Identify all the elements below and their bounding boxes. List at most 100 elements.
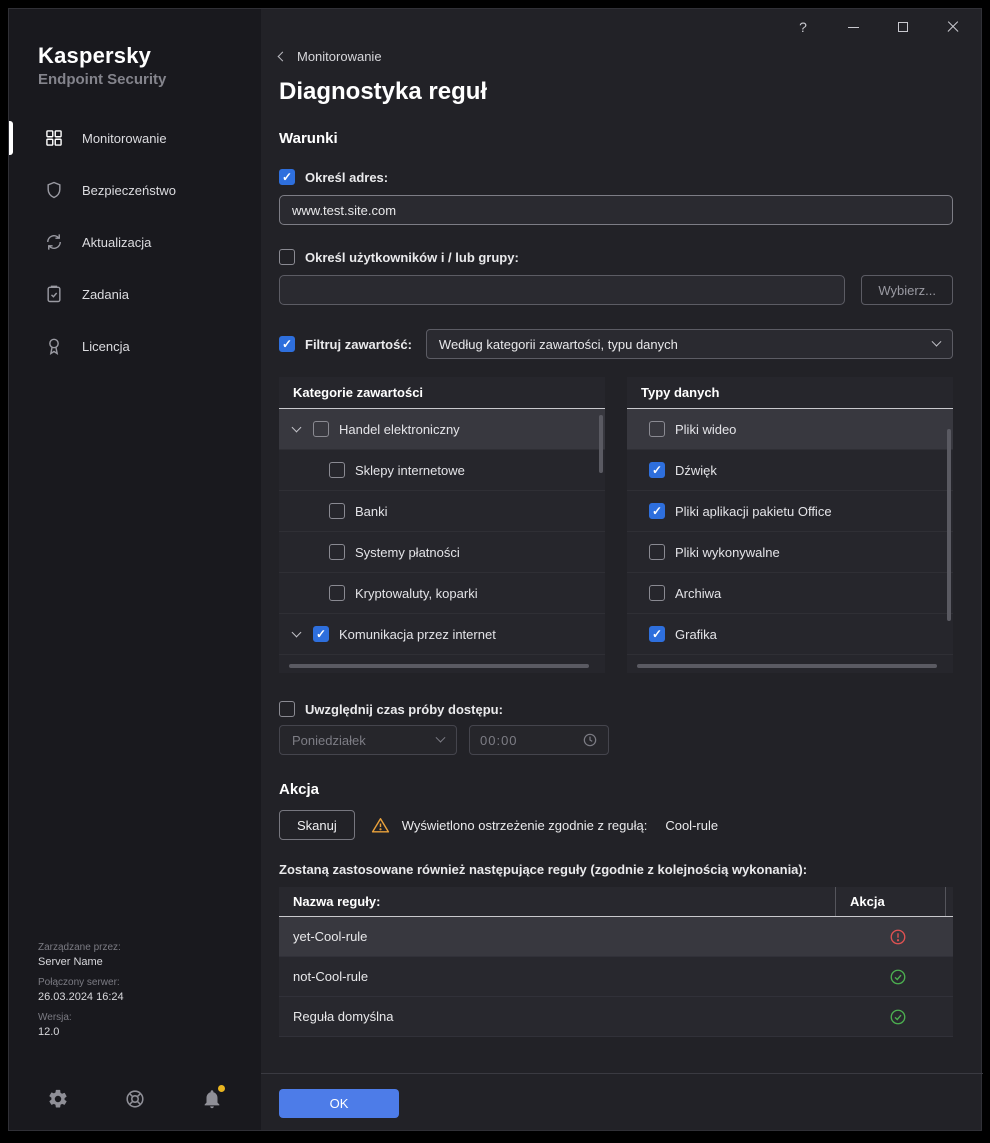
sidebar-item-aktualizacja[interactable]: Aktualizacja [9, 216, 261, 268]
category-label: Handel elektroniczny [339, 422, 460, 437]
settings-gear-icon[interactable] [47, 1088, 69, 1110]
data-type-checkbox[interactable] [649, 503, 665, 519]
data-type-checkbox[interactable] [649, 626, 665, 642]
day-select[interactable]: Poniedziałek [279, 725, 457, 755]
action-warning-text: Wyświetlono ostrzeżenie zgodnie z regułą… [402, 818, 648, 833]
users-input[interactable] [279, 275, 845, 305]
data-types-panel: Typy danych Pliki wideo Dźwięk Pliki apl… [627, 377, 953, 673]
category-row[interactable]: Banki [279, 491, 605, 532]
sidebar-item-bezpieczenstwo[interactable]: Bezpieczeństwo [9, 164, 261, 216]
data-type-row[interactable]: Pliki wykonywalne [627, 532, 953, 573]
maximize-button[interactable] [889, 15, 917, 39]
data-type-checkbox[interactable] [649, 585, 665, 601]
category-row[interactable]: Sklepy internetowe [279, 450, 605, 491]
choose-users-button[interactable]: Wybierz... [861, 275, 953, 305]
category-checkbox[interactable] [313, 626, 329, 642]
brand-subtitle: Endpoint Security [38, 71, 261, 88]
users-condition: Określ użytkowników i / lub grupy: [279, 249, 953, 265]
sidebar-item-zadania[interactable]: Zadania [9, 268, 261, 320]
category-label: Systemy płatności [355, 545, 460, 560]
data-type-label: Pliki wideo [675, 422, 736, 437]
sidebar-item-monitorowanie[interactable]: Monitorowanie [9, 112, 261, 164]
notification-dot [218, 1085, 225, 1092]
rule-action-header: Akcja [835, 887, 945, 916]
users-checkbox[interactable] [279, 249, 295, 265]
time-input[interactable]: 00:00 [469, 725, 609, 755]
data-type-label: Dźwięk [675, 463, 717, 478]
triggered-rule-name: Cool-rule [665, 818, 718, 833]
data-type-row[interactable]: Dźwięk [627, 450, 953, 491]
refresh-icon [44, 232, 64, 252]
tree-expand-chevron-icon[interactable] [292, 628, 302, 638]
clock-icon [582, 732, 598, 748]
table-row[interactable]: yet-Cool-rule [279, 917, 953, 957]
data-type-row[interactable]: Grafika [627, 614, 953, 655]
category-row[interactable]: Handel elektroniczny [279, 409, 605, 450]
data-type-checkbox[interactable] [649, 544, 665, 560]
help-button[interactable]: ? [789, 15, 817, 39]
category-label: Komunikacja przez internet [339, 627, 496, 642]
main-panel: Monitorowanie Diagnostyka reguł Warunki … [261, 9, 983, 1130]
data-type-row[interactable]: Archiwa [627, 573, 953, 614]
rule-name: Reguła domyślna [279, 1009, 843, 1024]
tree-expand-chevron-icon[interactable] [292, 423, 302, 433]
ok-button[interactable]: OK [279, 1089, 399, 1118]
support-icon[interactable] [124, 1088, 146, 1110]
vertical-scrollbar[interactable] [947, 429, 951, 621]
category-checkbox[interactable] [329, 503, 345, 519]
filter-checkbox[interactable] [279, 336, 295, 352]
data-type-label: Pliki wykonywalne [675, 545, 780, 560]
table-scroll-gutter [945, 887, 953, 916]
category-checkbox[interactable] [329, 585, 345, 601]
horizontal-scrollbar[interactable] [637, 664, 937, 668]
license-award-icon [44, 336, 64, 356]
breadcrumb-label: Monitorowanie [297, 49, 382, 64]
category-checkbox[interactable] [313, 421, 329, 437]
rules-table-header: Nazwa reguły: Akcja [279, 887, 953, 917]
data-type-row[interactable]: Pliki aplikacji pakietu Office [627, 491, 953, 532]
address-input[interactable] [279, 195, 953, 225]
shield-icon [44, 180, 64, 200]
vertical-scrollbar[interactable] [599, 415, 603, 473]
address-checkbox[interactable] [279, 169, 295, 185]
scan-button[interactable]: Skanuj [279, 810, 355, 840]
data-type-row[interactable]: Pliki wideo [627, 409, 953, 450]
data-type-checkbox[interactable] [649, 421, 665, 437]
day-selected-option: Poniedziałek [292, 733, 366, 748]
version-value: 12.0 [38, 1026, 124, 1038]
table-row[interactable]: not-Cool-rule [279, 957, 953, 997]
close-icon [947, 21, 959, 33]
warning-triangle-icon [371, 816, 390, 835]
filter-select[interactable]: Według kategorii zawartości, typu danych [426, 329, 953, 359]
help-label: ? [799, 19, 807, 35]
data-type-label: Archiwa [675, 586, 721, 601]
brand: Kaspersky Endpoint Security [38, 43, 261, 88]
category-row[interactable]: Systemy płatności [279, 532, 605, 573]
connected-server-value: 26.03.2024 16:24 [38, 991, 124, 1003]
rules-table: Nazwa reguły: Akcja yet-Cool-rule not-Co… [279, 887, 953, 1037]
sidebar-item-label: Zadania [82, 287, 129, 302]
active-indicator [9, 121, 13, 155]
table-row[interactable]: Reguła domyślna [279, 997, 953, 1037]
data-type-checkbox[interactable] [649, 462, 665, 478]
data-type-label: Pliki aplikacji pakietu Office [675, 504, 832, 519]
category-row[interactable]: Komunikacja przez internet [279, 614, 605, 655]
category-row[interactable]: Kryptowaluty, koparki [279, 573, 605, 614]
data-type-label: Grafika [675, 627, 717, 642]
close-button[interactable] [939, 15, 967, 39]
minimize-button[interactable] [839, 15, 867, 39]
breadcrumb-back[interactable]: Monitorowanie [279, 49, 382, 64]
time-checkbox[interactable] [279, 701, 295, 717]
category-checkbox[interactable] [329, 544, 345, 560]
horizontal-scrollbar[interactable] [289, 664, 589, 668]
data-types-header: Typy danych [627, 377, 953, 409]
sidebar-item-licencja[interactable]: Licencja [9, 320, 261, 372]
chevron-left-icon [278, 52, 288, 62]
notifications-bell-icon[interactable] [201, 1088, 223, 1110]
category-label: Sklepy internetowe [355, 463, 465, 478]
category-checkbox[interactable] [329, 462, 345, 478]
time-value: 00:00 [480, 733, 518, 748]
category-label: Banki [355, 504, 388, 519]
sidebar-footer [9, 1088, 261, 1110]
managed-by-value: Server Name [38, 956, 124, 968]
